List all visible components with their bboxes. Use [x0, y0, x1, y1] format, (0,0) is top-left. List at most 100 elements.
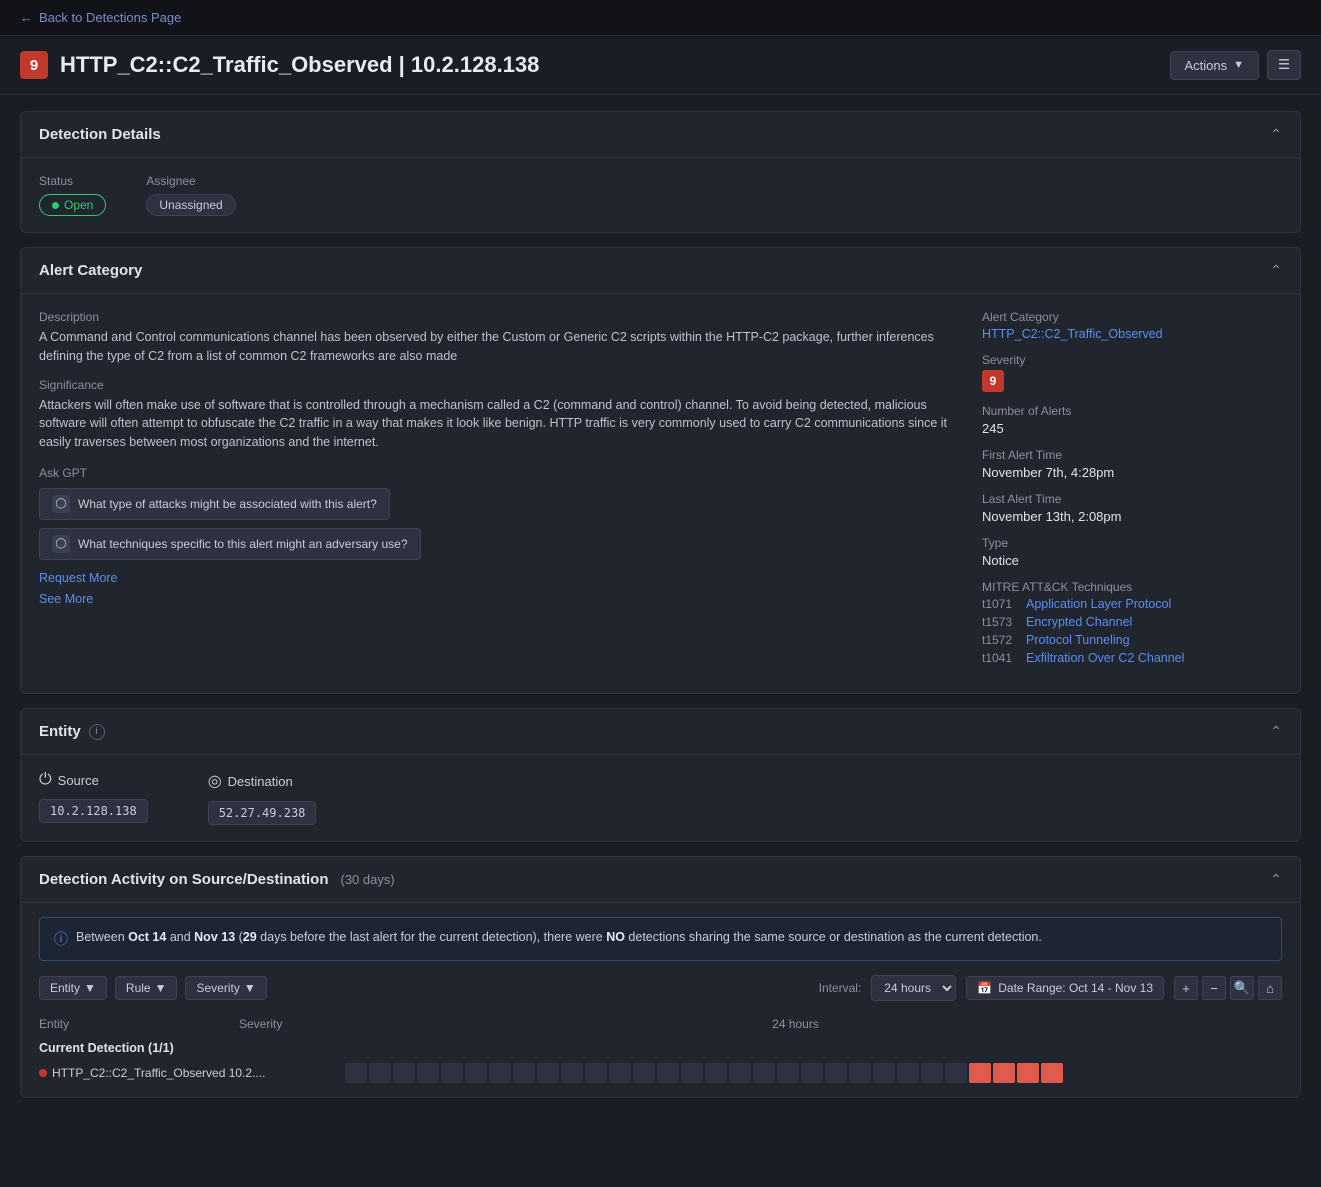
alert-category-field-label: Alert Category: [982, 310, 1282, 324]
first-alert-field: First Alert Time November 7th, 4:28pm: [982, 448, 1282, 480]
days-label: (30 days): [341, 872, 395, 887]
entity-filter-btn[interactable]: Entity ▼: [39, 976, 107, 1000]
info-nov13: Nov 13: [194, 930, 235, 944]
mitre-link[interactable]: Encrypted Channel: [1026, 615, 1132, 629]
see-more-link[interactable]: See More: [39, 592, 93, 606]
assignee-field: Assignee Unassigned: [146, 174, 235, 216]
severity-col-header: Severity: [239, 1017, 309, 1031]
bar: [537, 1063, 559, 1083]
request-more-link[interactable]: Request More: [39, 571, 118, 585]
destination-icon: ◎: [208, 771, 222, 791]
bar: [441, 1063, 463, 1083]
info-no: NO: [606, 930, 625, 944]
collapse-icon-entity[interactable]: ⌃: [1270, 723, 1282, 740]
activity-title-area: Detection Activity on Source/Destination…: [39, 871, 395, 888]
gpt-btn-1[interactable]: ◯ What type of attacks might be associat…: [39, 488, 390, 520]
status-dot: [52, 202, 59, 209]
chevron-severity-icon: ▼: [244, 981, 256, 995]
detection-details-card: Detection Details ⌃ Status Open Assignee…: [20, 111, 1301, 233]
current-detection-label: Current Detection (1/1): [39, 1041, 1282, 1055]
back-link[interactable]: ← Back to Detections Page: [20, 10, 181, 25]
severity-field-value: 9: [982, 370, 1004, 392]
bar: [489, 1063, 511, 1083]
header-actions: Actions ▼ ☰: [1170, 50, 1301, 80]
bar: [993, 1063, 1015, 1083]
detection-row: HTTP_C2::C2_Traffic_Observed 10.2....: [39, 1063, 1282, 1083]
severity-badge: 9: [20, 51, 48, 79]
entity-grid: ⏻ Source 10.2.128.138 ◎ Destination 52.2…: [39, 771, 1282, 825]
filter-group: Entity ▼ Rule ▼ Severity ▼: [39, 976, 267, 1000]
detection-activity-card: Detection Activity on Source/Destination…: [20, 856, 1301, 1098]
detection-details-body: Status Open Assignee Unassigned: [21, 158, 1300, 232]
mitre-list: t1071Application Layer Protocolt1573Encr…: [982, 597, 1282, 665]
type-field: Type Notice: [982, 536, 1282, 568]
column-headers-row: Entity Severity 24 hours: [39, 1013, 1282, 1035]
mitre-field: MITRE ATT&CK Techniques t1071Application…: [982, 580, 1282, 665]
alert-right: Alert Category HTTP_C2::C2_Traffic_Obser…: [982, 310, 1282, 677]
bar: [657, 1063, 679, 1083]
bar: [921, 1063, 943, 1083]
alert-category-card: Alert Category ⌃ Description A Command a…: [20, 247, 1301, 694]
last-alert-field: Last Alert Time November 13th, 2:08pm: [982, 492, 1282, 524]
page-title-area: 9 HTTP_C2::C2_Traffic_Observed | 10.2.12…: [20, 51, 539, 79]
interval-select[interactable]: 24 hours: [871, 975, 956, 1001]
bar: [969, 1063, 991, 1083]
type-value: Notice: [982, 553, 1282, 568]
alert-category-field-value[interactable]: HTTP_C2::C2_Traffic_Observed: [982, 327, 1282, 341]
destination-ip: 52.27.49.238: [208, 801, 317, 825]
notes-button[interactable]: ☰: [1267, 50, 1301, 80]
zoom-out-btn[interactable]: −: [1202, 976, 1226, 1000]
bar: [729, 1063, 751, 1083]
info-icon: ⓘ: [54, 929, 68, 950]
assignee-value: Unassigned: [146, 194, 235, 216]
collapse-icon[interactable]: ⌃: [1270, 126, 1282, 143]
bar: [633, 1063, 655, 1083]
mitre-row: t1573 Encrypted Channel: [982, 615, 1282, 629]
first-alert-label: First Alert Time: [982, 448, 1282, 462]
bar: [1017, 1063, 1039, 1083]
bar: [849, 1063, 871, 1083]
hours-col-header: 24 hours: [309, 1017, 1282, 1031]
chevron-rule-icon: ▼: [155, 981, 167, 995]
collapse-icon-alert[interactable]: ⌃: [1270, 262, 1282, 279]
destination-label: ◎ Destination: [208, 771, 317, 791]
interval-label: Interval:: [819, 981, 862, 995]
filters-row: Entity ▼ Rule ▼ Severity ▼ Interval:: [39, 975, 1282, 1001]
info-oct14: Oct 14: [128, 930, 166, 944]
back-arrow-icon: ←: [20, 10, 33, 25]
first-alert-value: November 7th, 4:28pm: [982, 465, 1282, 480]
page-title: HTTP_C2::C2_Traffic_Observed | 10.2.128.…: [60, 52, 539, 78]
source-label: ⏻ Source: [39, 771, 148, 789]
date-range: 📅 Date Range: Oct 14 - Nov 13: [966, 976, 1164, 1000]
num-alerts-field: Number of Alerts 245: [982, 404, 1282, 436]
bar: [585, 1063, 607, 1083]
significance-text: Attackers will often make use of softwar…: [39, 396, 952, 452]
collapse-icon-activity[interactable]: ⌃: [1270, 871, 1282, 888]
bar: [753, 1063, 775, 1083]
severity-filter-btn[interactable]: Severity ▼: [185, 976, 266, 1000]
magnify-btn[interactable]: 🔍: [1230, 976, 1254, 1000]
mitre-link[interactable]: Exfiltration Over C2 Channel: [1026, 651, 1184, 665]
status-badge: Open: [39, 194, 106, 216]
significance-label: Significance: [39, 378, 952, 392]
home-btn[interactable]: ⌂: [1258, 976, 1282, 1000]
actions-button[interactable]: Actions ▼: [1170, 51, 1260, 80]
bar: [945, 1063, 967, 1083]
bar: [369, 1063, 391, 1083]
gpt-btn-2[interactable]: ◯ What techniques specific to this alert…: [39, 528, 421, 560]
activity-title: Detection Activity on Source/Destination: [39, 871, 329, 888]
rule-filter-btn[interactable]: Rule ▼: [115, 976, 178, 1000]
zoom-in-btn[interactable]: +: [1174, 976, 1198, 1000]
page-header: 9 HTTP_C2::C2_Traffic_Observed | 10.2.12…: [0, 36, 1321, 95]
status-field: Status Open: [39, 174, 106, 216]
mitre-link[interactable]: Application Layer Protocol: [1026, 597, 1171, 611]
source-icon: ⏻: [39, 771, 52, 789]
chevron-down-icon: ▼: [1233, 59, 1244, 71]
info-text: Between Oct 14 and Nov 13 (29 days befor…: [76, 928, 1042, 947]
mitre-id: t1573: [982, 615, 1018, 629]
assignee-label: Assignee: [146, 174, 235, 188]
gpt-icon-2: ◯: [52, 535, 70, 553]
mitre-link[interactable]: Protocol Tunneling: [1026, 633, 1130, 647]
date-range-label: Date Range: Oct 14 - Nov 13: [998, 981, 1153, 995]
chart-bars: [345, 1063, 1282, 1083]
